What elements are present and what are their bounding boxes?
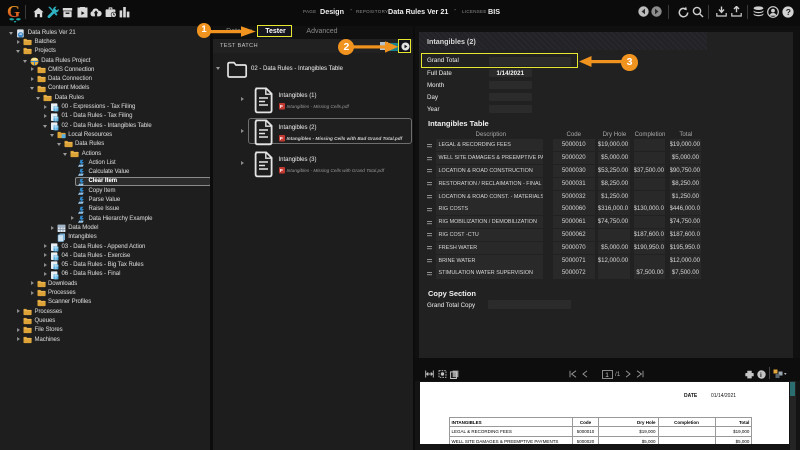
svg-text:i: i: [760, 371, 762, 378]
svg-text:P: P: [279, 168, 282, 173]
svg-text:P: P: [279, 104, 282, 109]
svg-text:?: ?: [785, 7, 790, 17]
svg-text:P: P: [279, 136, 282, 141]
